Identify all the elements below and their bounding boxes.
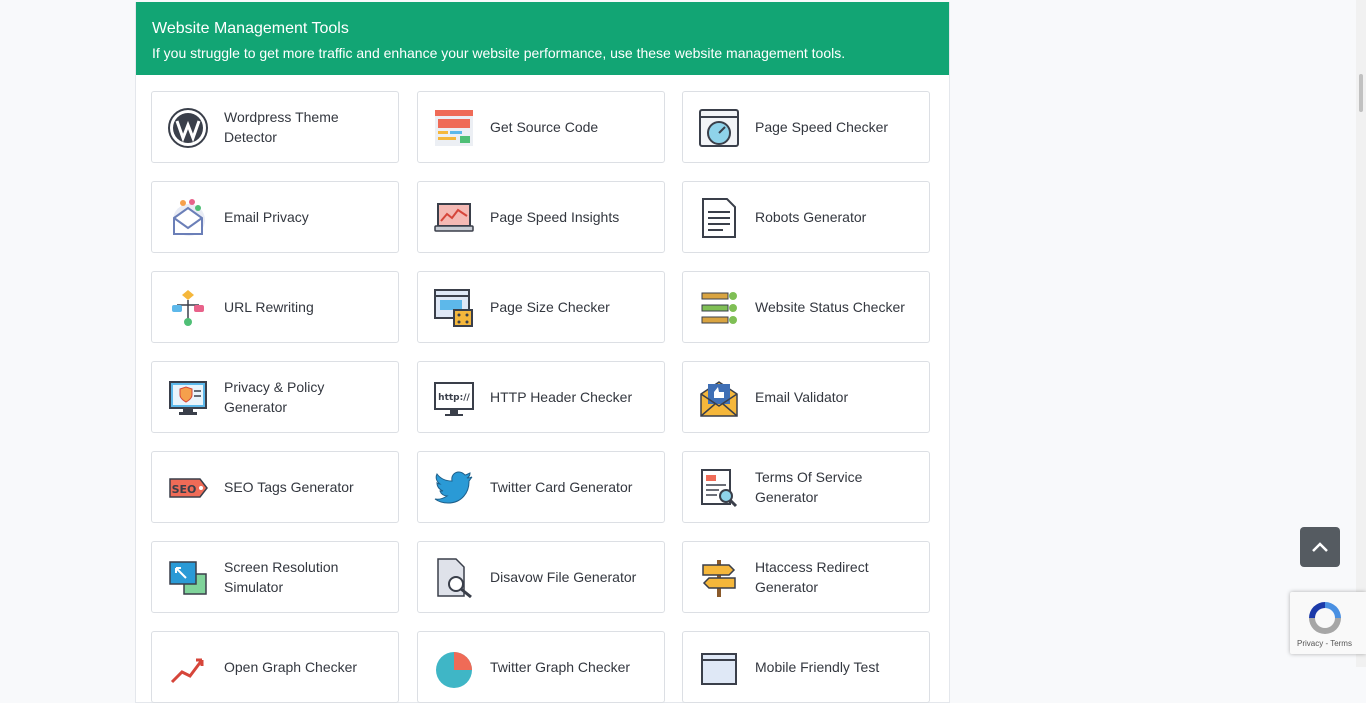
page-scrollbar[interactable] bbox=[1356, 0, 1366, 667]
tool-label: Twitter Graph Checker bbox=[490, 659, 631, 675]
seo-tag-icon: SEO bbox=[169, 478, 208, 498]
flowchart-icon bbox=[172, 290, 204, 326]
http-monitor-icon: http:// bbox=[434, 382, 474, 416]
tool-card-disavow-file-generator[interactable]: Disavow File Generator bbox=[417, 541, 665, 613]
tool-label: Page Speed Insights bbox=[490, 209, 620, 225]
tool-card-twitter-graph-checker[interactable]: Twitter Graph Checker bbox=[417, 631, 665, 703]
tool-label: Wordpress Theme Detector bbox=[224, 109, 339, 145]
tool-card-open-graph-checker[interactable]: Open Graph Checker bbox=[151, 631, 399, 703]
tool-card-twitter-card-generator[interactable]: Twitter Card Generator bbox=[417, 451, 665, 523]
document-icon bbox=[702, 198, 736, 238]
tool-label: HTTP Header Checker bbox=[490, 389, 633, 405]
tool-card-page-size-checker[interactable]: Page Size Checker bbox=[417, 271, 665, 343]
speedometer-icon bbox=[699, 109, 739, 147]
tool-label: Htaccess Redirect Generator bbox=[755, 559, 869, 595]
recaptcha-terms[interactable]: Privacy - Terms bbox=[1297, 639, 1352, 648]
twitter-bird-icon bbox=[434, 471, 473, 504]
tool-card-page-speed-insights[interactable]: Page Speed Insights bbox=[417, 181, 665, 253]
tool-card-website-status-checker[interactable]: Website Status Checker bbox=[682, 271, 930, 343]
tool-label: Screen Resolution Simulator bbox=[224, 559, 339, 595]
tool-card-page-speed-checker[interactable]: Page Speed Checker bbox=[682, 91, 930, 163]
tool-card-email-privacy[interactable]: Email Privacy bbox=[151, 181, 399, 253]
terms-document-icon bbox=[701, 469, 738, 508]
tool-label: Get Source Code bbox=[490, 119, 599, 135]
tool-label: URL Rewriting bbox=[224, 299, 314, 315]
tool-label: Disavow File Generator bbox=[490, 569, 637, 585]
panel-subtitle: If you struggle to get more traffic and … bbox=[152, 45, 846, 61]
panel-title: Website Management Tools bbox=[152, 20, 349, 37]
tool-label: Email Validator bbox=[755, 389, 849, 405]
panel-header: Website Management Tools If you struggle… bbox=[136, 2, 949, 75]
mobile-test-icon bbox=[701, 653, 737, 685]
wordpress-icon bbox=[168, 108, 208, 148]
page-size-icon bbox=[434, 289, 473, 327]
server-status-icon bbox=[701, 292, 737, 324]
monitor-shield-icon bbox=[169, 381, 207, 415]
pie-chart-icon bbox=[436, 652, 472, 688]
tool-card-privacy-policy-generator[interactable]: Privacy & Policy Generator bbox=[151, 361, 399, 433]
chevron-up-icon bbox=[1312, 542, 1328, 552]
svg-text:SEO: SEO bbox=[172, 483, 197, 496]
tool-label: Mobile Friendly Test bbox=[755, 659, 880, 675]
tool-card-screen-resolution-simulator[interactable]: Screen Resolution Simulator bbox=[151, 541, 399, 613]
tool-card-seo-tags-generator[interactable]: SEO SEO Tags Generator bbox=[151, 451, 399, 523]
tool-card-url-rewriting[interactable]: URL Rewriting bbox=[151, 271, 399, 343]
signpost-icon bbox=[702, 560, 736, 597]
tool-label: Twitter Card Generator bbox=[490, 479, 633, 495]
tool-card-wordpress-theme-detector[interactable]: Wordpress Theme Detector bbox=[151, 91, 399, 163]
tool-label: Page Size Checker bbox=[490, 299, 610, 315]
tool-label: Page Speed Checker bbox=[755, 119, 889, 135]
tool-label: SEO Tags Generator bbox=[224, 479, 354, 495]
email-privacy-icon bbox=[173, 199, 205, 236]
tool-label: Website Status Checker bbox=[755, 299, 905, 315]
source-code-icon bbox=[435, 110, 473, 146]
screen-resize-icon bbox=[169, 561, 207, 595]
svg-text:http://: http:// bbox=[438, 393, 470, 403]
graph-arrow-icon bbox=[170, 658, 204, 684]
tool-card-get-source-code[interactable]: Get Source Code bbox=[417, 91, 665, 163]
tool-card-htaccess-redirect-generator[interactable]: Htaccess Redirect Generator bbox=[682, 541, 930, 613]
scroll-to-top-button[interactable] bbox=[1300, 527, 1340, 567]
tool-label: Robots Generator bbox=[755, 209, 867, 225]
tool-card-email-validator[interactable]: Email Validator bbox=[682, 361, 930, 433]
tool-card-terms-of-service-generator[interactable]: Terms Of Service Generator bbox=[682, 451, 930, 523]
recaptcha-icon bbox=[1309, 602, 1341, 634]
scrollbar-thumb[interactable] bbox=[1359, 74, 1363, 112]
tool-card-http-header-checker[interactable]: http:// HTTP Header Checker bbox=[417, 361, 665, 433]
tool-label: Email Privacy bbox=[224, 209, 309, 225]
tool-label: Privacy & Policy Generator bbox=[224, 379, 325, 415]
tool-label: Open Graph Checker bbox=[224, 659, 358, 675]
tool-label: Terms Of Service Generator bbox=[755, 469, 863, 505]
recaptcha-badge[interactable]: Privacy - Terms bbox=[1290, 592, 1366, 654]
laptop-chart-icon bbox=[434, 203, 474, 232]
envelope-thumbs-up-icon bbox=[700, 381, 738, 417]
tool-card-robots-generator[interactable]: Robots Generator bbox=[682, 181, 930, 253]
tool-card-mobile-friendly-test[interactable]: Mobile Friendly Test bbox=[682, 631, 930, 703]
file-search-icon bbox=[437, 558, 472, 598]
